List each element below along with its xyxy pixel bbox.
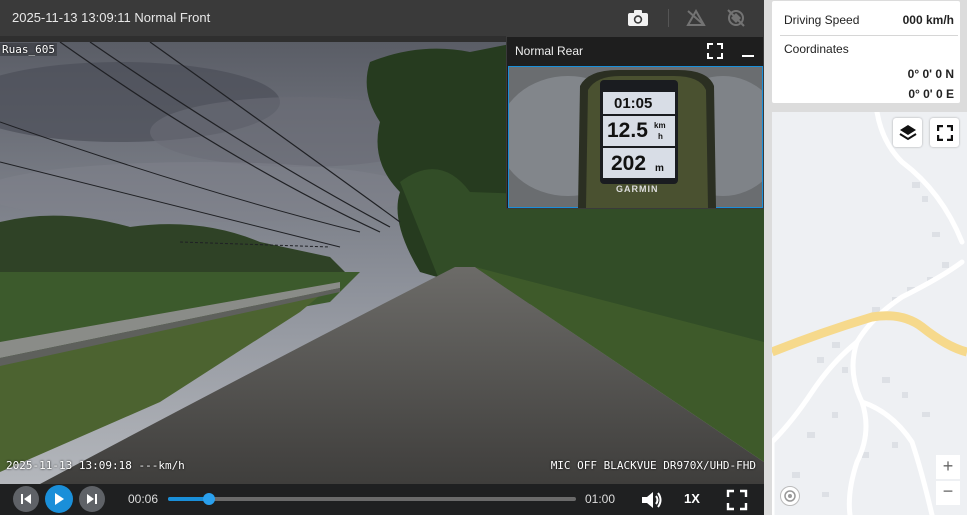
expand-icon[interactable]: [706, 42, 724, 60]
coordinates-label: Coordinates: [784, 42, 849, 56]
longitude-value: 0° 0' 0 E: [908, 87, 954, 101]
info-divider: [780, 35, 958, 36]
video-title-bar: 2025-11-13 13:09:11 Normal Front: [0, 0, 764, 36]
volume-icon[interactable]: [640, 489, 664, 511]
previous-button[interactable]: [13, 486, 39, 512]
satellite-off-icon: [724, 7, 748, 29]
skip-back-icon: [21, 494, 31, 504]
location-off-icon: [684, 7, 708, 29]
seek-bar[interactable]: [168, 493, 576, 505]
dashcam-viewer: 2025-11-13 13:09:11 Normal Front Ruas_60…: [0, 0, 967, 515]
pip-title: Normal Rear: [515, 44, 584, 58]
toolbar-divider: [668, 9, 669, 27]
driving-speed-label: Driving Speed: [784, 13, 860, 27]
playback-speed-button[interactable]: 1X: [684, 491, 700, 506]
video-osd: 2025-11-13 13:09:18 ---km/h MIC OFF BLAC…: [0, 458, 764, 474]
pip-gps-elevation: 202: [611, 152, 647, 175]
pip-device-brand: GARMIN: [616, 184, 659, 194]
pip-gps-speed-unit-bottom: h: [658, 132, 663, 141]
rear-video-frame: 01:05 12.5 km h 202 m GARMIN: [508, 66, 763, 208]
pip-gps-elevation-unit: m: [655, 163, 664, 174]
video-title: 2025-11-13 13:09:11 Normal Front: [12, 10, 211, 25]
driving-speed-value: 000 km/h: [902, 13, 954, 27]
pip-gps-speed-unit-top: km: [654, 121, 666, 130]
current-time: 00:06: [128, 492, 159, 506]
player-controls: 00:06 01:00 1X: [0, 484, 764, 515]
map-fullscreen-button[interactable]: [930, 118, 959, 147]
map-view[interactable]: + −: [772, 112, 967, 515]
fullscreen-icon[interactable]: [726, 489, 748, 511]
play-icon: [55, 493, 64, 505]
zoom-out-button[interactable]: −: [936, 481, 960, 505]
camera-name-label: Ruas_605: [0, 43, 57, 56]
map-attribution-icon[interactable]: [780, 486, 800, 506]
rear-video-pip[interactable]: Normal Rear 01:05 12.5 km h 202 m GARMIN: [506, 36, 764, 209]
osd-device-info: MIC OFF BLACKVUE DR970X/UHD-FHD: [550, 459, 756, 472]
next-button[interactable]: [79, 486, 105, 512]
layers-button[interactable]: [893, 118, 922, 147]
seek-thumb[interactable]: [202, 493, 215, 505]
layers-icon: [898, 124, 917, 140]
map-fullscreen-icon: [936, 124, 953, 141]
pip-header: Normal Rear: [507, 37, 763, 65]
play-button[interactable]: [45, 485, 73, 513]
zoom-in-button[interactable]: +: [936, 455, 960, 479]
minimize-icon[interactable]: [739, 42, 757, 60]
right-panel: Driving Speed 000 km/h Coordinates 0° 0'…: [764, 0, 967, 515]
gps-info-card: Driving Speed 000 km/h Coordinates 0° 0'…: [772, 1, 960, 103]
skip-forward-icon: [87, 494, 97, 504]
pip-gps-speed: 12.5: [607, 119, 648, 142]
latitude-value: 0° 0' 0 N: [907, 67, 954, 81]
camera-icon[interactable]: [626, 7, 650, 29]
osd-timestamp: 2025-11-13 13:09:18 ---km/h: [6, 459, 185, 472]
pip-gps-time: 01:05: [614, 95, 653, 112]
duration: 01:00: [585, 492, 616, 506]
